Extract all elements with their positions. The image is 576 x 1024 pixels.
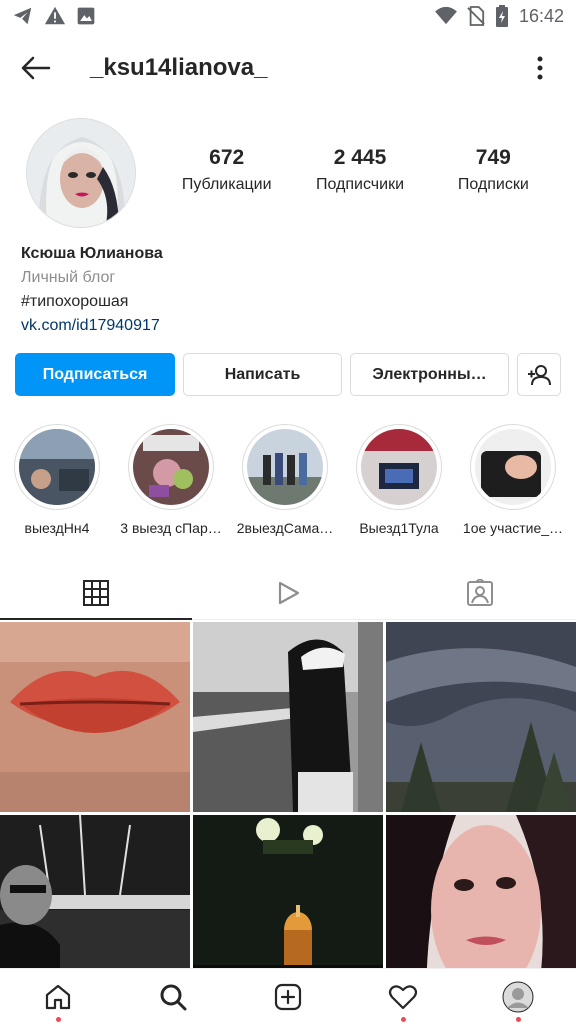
tab-posts-grid[interactable] <box>0 566 192 620</box>
stat-following-value: 749 <box>475 146 511 169</box>
search-icon <box>160 984 187 1010</box>
home-icon <box>45 984 70 1009</box>
highlight-cover <box>247 429 323 505</box>
nav-new-post[interactable] <box>230 969 345 1024</box>
notification-dot <box>516 1017 522 1022</box>
clock: 16:42 <box>518 5 564 26</box>
stat-posts[interactable]: 672 Публикации <box>160 146 293 194</box>
profile-website-link[interactable]: vk.com/id17940917 <box>21 314 561 338</box>
nav-search[interactable] <box>115 969 230 1024</box>
tab-tagged[interactable] <box>384 566 576 619</box>
highlight-ring <box>242 424 328 510</box>
stat-posts-label: Публикации <box>181 176 272 193</box>
nav-profile[interactable] <box>461 969 576 1024</box>
highlight-cover <box>133 429 209 505</box>
post-thumbnail[interactable] <box>386 622 576 812</box>
wifi-icon <box>435 6 457 26</box>
message-button[interactable]: Написать <box>183 353 342 396</box>
highlight-item[interactable]: 1ое участие_… <box>456 424 570 544</box>
highlight-item[interactable]: выездНн4 <box>0 424 114 544</box>
highlight-cover <box>361 429 437 505</box>
back-button[interactable] <box>0 32 72 104</box>
more-options-button[interactable] <box>504 32 576 104</box>
back-arrow-icon <box>21 56 51 80</box>
profile-category: Личный блог <box>21 269 116 286</box>
profile-bio: Ксюша Юлианова Личный блог #типохорошая … <box>21 242 561 338</box>
highlight-item[interactable]: 2выездСама… <box>228 424 342 544</box>
image-icon <box>76 6 96 26</box>
profile-stats: 672 Публикации 2 445 Подписчики 749 Подп… <box>160 146 560 194</box>
highlight-ring <box>470 424 556 510</box>
post-thumbnail[interactable] <box>193 622 383 812</box>
highlight-ring <box>128 424 214 510</box>
posts-grid <box>0 622 576 1005</box>
highlight-label: 2выездСама… <box>236 520 334 536</box>
email-button-label: Электронны… <box>372 365 487 383</box>
profile-avatar-icon <box>502 981 534 1012</box>
highlight-item[interactable]: 3 выезд сПар… <box>114 424 228 544</box>
stat-followers-label: Подписчики <box>315 176 404 193</box>
notification-dot <box>401 1017 407 1022</box>
bottom-navigation <box>0 968 576 1024</box>
stat-followers-value: 2 445 <box>333 146 387 169</box>
tab-reels[interactable] <box>192 566 384 619</box>
add-post-icon <box>274 983 302 1010</box>
grid-icon <box>83 579 109 606</box>
post-thumbnail[interactable] <box>0 622 190 812</box>
stat-following[interactable]: 749 Подписки <box>427 146 560 194</box>
avatar-photo <box>27 119 135 227</box>
highlight-ring <box>14 424 100 510</box>
tagged-icon <box>467 578 493 606</box>
highlight-label: 3 выезд сПар… <box>120 520 222 536</box>
notification-dot <box>55 1017 61 1022</box>
profile-tabs <box>0 566 576 620</box>
heart-icon <box>389 984 418 1009</box>
email-button[interactable]: Электронны… <box>350 353 509 396</box>
highlight-label: Выезд1Тула <box>359 520 439 536</box>
highlight-label: 1ое участие_… <box>462 520 564 536</box>
stat-posts-value: 672 <box>209 146 245 169</box>
status-bar: 16:42 <box>0 0 576 32</box>
suggested-users-button[interactable] <box>517 353 561 396</box>
nav-home[interactable] <box>0 969 115 1024</box>
profile-header: _ksu14lianova_ <box>0 32 576 104</box>
more-vertical-icon <box>537 56 543 80</box>
story-highlights: выездНн4 3 выезд сПар… 2выездСама… Выезд… <box>0 424 576 544</box>
reels-icon <box>278 581 300 604</box>
follow-button[interactable]: Подписаться <box>15 353 175 396</box>
add-person-icon <box>528 364 551 385</box>
stat-following-label: Подписки <box>457 176 529 193</box>
profile-bio-text[interactable]: #типохорошая <box>21 290 561 314</box>
telegram-icon <box>12 5 34 27</box>
warning-icon <box>44 5 66 27</box>
profile-username: _ksu14lianova_ <box>90 54 268 81</box>
highlight-item[interactable]: Выезд1Тула <box>342 424 456 544</box>
stat-followers[interactable]: 2 445 Подписчики <box>293 146 426 194</box>
profile-full-name: Ксюша Юлианова <box>21 245 163 262</box>
highlight-ring <box>356 424 442 510</box>
no-sim-icon <box>467 6 485 26</box>
highlight-cover <box>475 429 551 505</box>
highlight-label: выездНн4 <box>24 520 90 536</box>
battery-icon <box>495 5 509 27</box>
profile-actions: Подписаться Написать Электронны… <box>15 353 561 396</box>
nav-activity[interactable] <box>346 969 461 1024</box>
profile-avatar[interactable] <box>26 118 136 228</box>
highlight-cover <box>19 429 95 505</box>
